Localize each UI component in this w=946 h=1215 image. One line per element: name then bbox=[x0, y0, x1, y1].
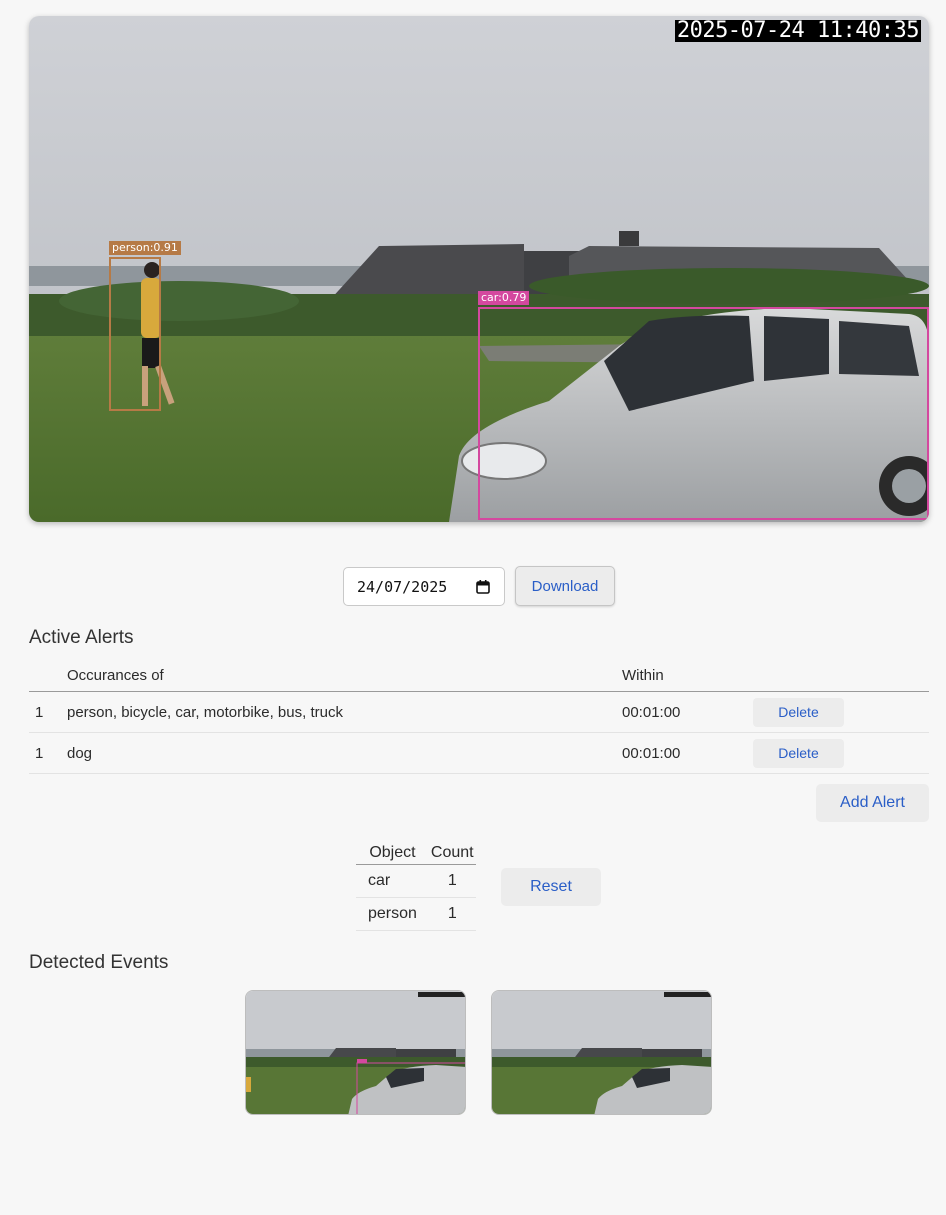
count-row: person 1 bbox=[356, 897, 476, 931]
event-thumbnail-image bbox=[246, 991, 465, 1114]
person-detection-label: person:0.91 bbox=[109, 241, 181, 255]
count-value: 1 bbox=[428, 897, 476, 931]
counts-header-count: Count bbox=[428, 842, 476, 865]
add-alert-button[interactable]: Add Alert bbox=[816, 784, 929, 822]
alerts-header-actions bbox=[753, 660, 929, 692]
reset-counts-button[interactable]: Reset bbox=[501, 868, 601, 906]
alert-objects: dog bbox=[67, 732, 622, 774]
alerts-header-row: Occurances of Within bbox=[29, 660, 929, 692]
alert-objects: person, bicycle, car, motorbike, bus, tr… bbox=[67, 691, 622, 733]
alert-within: 00:01:00 bbox=[622, 691, 753, 733]
count-object: person bbox=[356, 897, 429, 931]
alert-count: 1 bbox=[29, 732, 67, 774]
count-row: car 1 bbox=[356, 864, 476, 898]
object-counts-table: Object Count car 1 person 1 bbox=[356, 842, 476, 931]
date-picker-input[interactable]: 24/07/2025 bbox=[343, 567, 505, 606]
alert-within: 00:01:00 bbox=[622, 732, 753, 774]
event-thumbnail[interactable] bbox=[245, 990, 466, 1115]
count-value: 1 bbox=[428, 864, 476, 898]
alert-actions-cell: Delete bbox=[753, 732, 929, 774]
download-button[interactable]: Download bbox=[515, 566, 615, 606]
alert-row: 1 dog 00:01:00 Delete bbox=[29, 732, 929, 774]
alert-row: 1 person, bicycle, car, motorbike, bus, … bbox=[29, 691, 929, 733]
event-thumbnail-image bbox=[492, 991, 711, 1114]
date-value: 24/07/2025 bbox=[357, 577, 448, 596]
counts-header-object: Object bbox=[356, 842, 429, 865]
calendar-icon[interactable] bbox=[476, 580, 490, 594]
detected-events-heading: Detected Events bbox=[29, 952, 169, 973]
feed-timestamp: 2025-07-24 11:40:35 bbox=[674, 18, 921, 43]
car-detection-box bbox=[478, 307, 929, 520]
alerts-header-within: Within bbox=[622, 660, 753, 692]
person-detection-box bbox=[109, 257, 161, 411]
car-detection-label: car:0.79 bbox=[478, 291, 530, 305]
count-object: car bbox=[356, 864, 429, 898]
alerts-table: Occurances of Within 1 person, bicycle, … bbox=[29, 660, 929, 774]
event-thumbnail[interactable] bbox=[491, 990, 712, 1115]
delete-alert-button[interactable]: Delete bbox=[753, 697, 844, 727]
alert-count: 1 bbox=[29, 691, 67, 733]
counts-header-row: Object Count bbox=[356, 842, 476, 865]
delete-alert-button[interactable]: Delete bbox=[753, 738, 844, 768]
alerts-header-count bbox=[29, 660, 67, 692]
camera-feed: 2025-07-24 11:40:35 person:0.91 car:0.79 bbox=[29, 16, 929, 522]
alerts-header-occurrences: Occurances of bbox=[67, 660, 622, 692]
active-alerts-heading: Active Alerts bbox=[29, 627, 134, 648]
alert-actions-cell: Delete bbox=[753, 691, 929, 733]
